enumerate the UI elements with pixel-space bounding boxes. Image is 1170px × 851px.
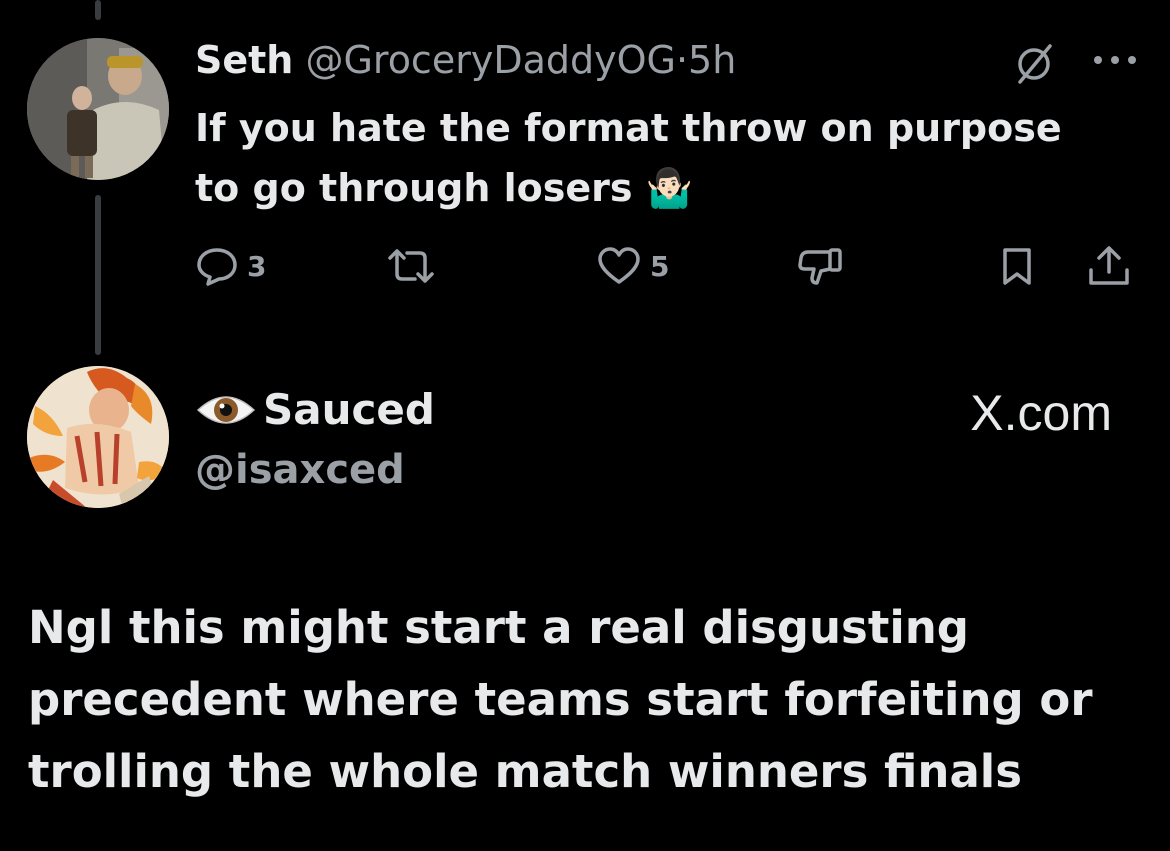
avatar-artwork: [27, 366, 169, 508]
avatar-photo: [27, 38, 169, 180]
heart-icon: [598, 247, 640, 284]
shrug-emoji: 🤷🏻‍♂️: [645, 166, 694, 210]
thumbs-down-icon: [798, 248, 842, 285]
quoted-post-text: Ngl this might start a real disgusting p…: [28, 601, 1093, 798]
tweet-text-line: to go through losers 🤷🏻‍♂️: [195, 158, 1125, 218]
quoted-author-name: Sauced: [263, 385, 435, 434]
quoted-author[interactable]: Sauced: [195, 385, 435, 435]
author-handle[interactable]: @GroceryDaddyOG: [305, 38, 676, 82]
reply-button[interactable]: 3: [195, 244, 266, 288]
author-name[interactable]: Seth: [195, 38, 293, 82]
bookmark-button[interactable]: [1000, 244, 1034, 288]
tweet-header: Seth @GroceryDaddyOG·5h: [195, 36, 736, 84]
x-com-logo: X.com: [970, 385, 1112, 441]
tweet-text-part: to go through losers: [195, 166, 633, 210]
quoted-avatar[interactable]: [27, 366, 169, 508]
retweet-button[interactable]: [385, 244, 437, 288]
quoted-handle[interactable]: @isaxced: [195, 445, 405, 495]
dislike-button[interactable]: [796, 244, 844, 288]
grok-icon[interactable]: [1014, 42, 1056, 88]
thread-line: [95, 195, 101, 355]
eye-emoji-icon: [196, 396, 256, 424]
reply-count: 3: [247, 249, 267, 283]
timestamp[interactable]: 5h: [688, 38, 736, 82]
more-icon[interactable]: [1092, 52, 1140, 71]
tweet-text-line: If you hate the format throw on purpose: [195, 106, 1062, 150]
share-icon: [1089, 246, 1129, 285]
avatar[interactable]: [27, 38, 169, 180]
retweet-icon: [388, 249, 434, 283]
reply-icon: [197, 248, 237, 286]
separator-dot: ·: [675, 38, 689, 82]
tweet-text: If you hate the format throw on purpose …: [195, 98, 1125, 218]
thread-line-top: [95, 0, 101, 20]
bookmark-icon: [1003, 248, 1031, 285]
like-count: 5: [650, 249, 670, 283]
share-button[interactable]: [1086, 244, 1132, 288]
like-button[interactable]: 5: [596, 244, 669, 288]
